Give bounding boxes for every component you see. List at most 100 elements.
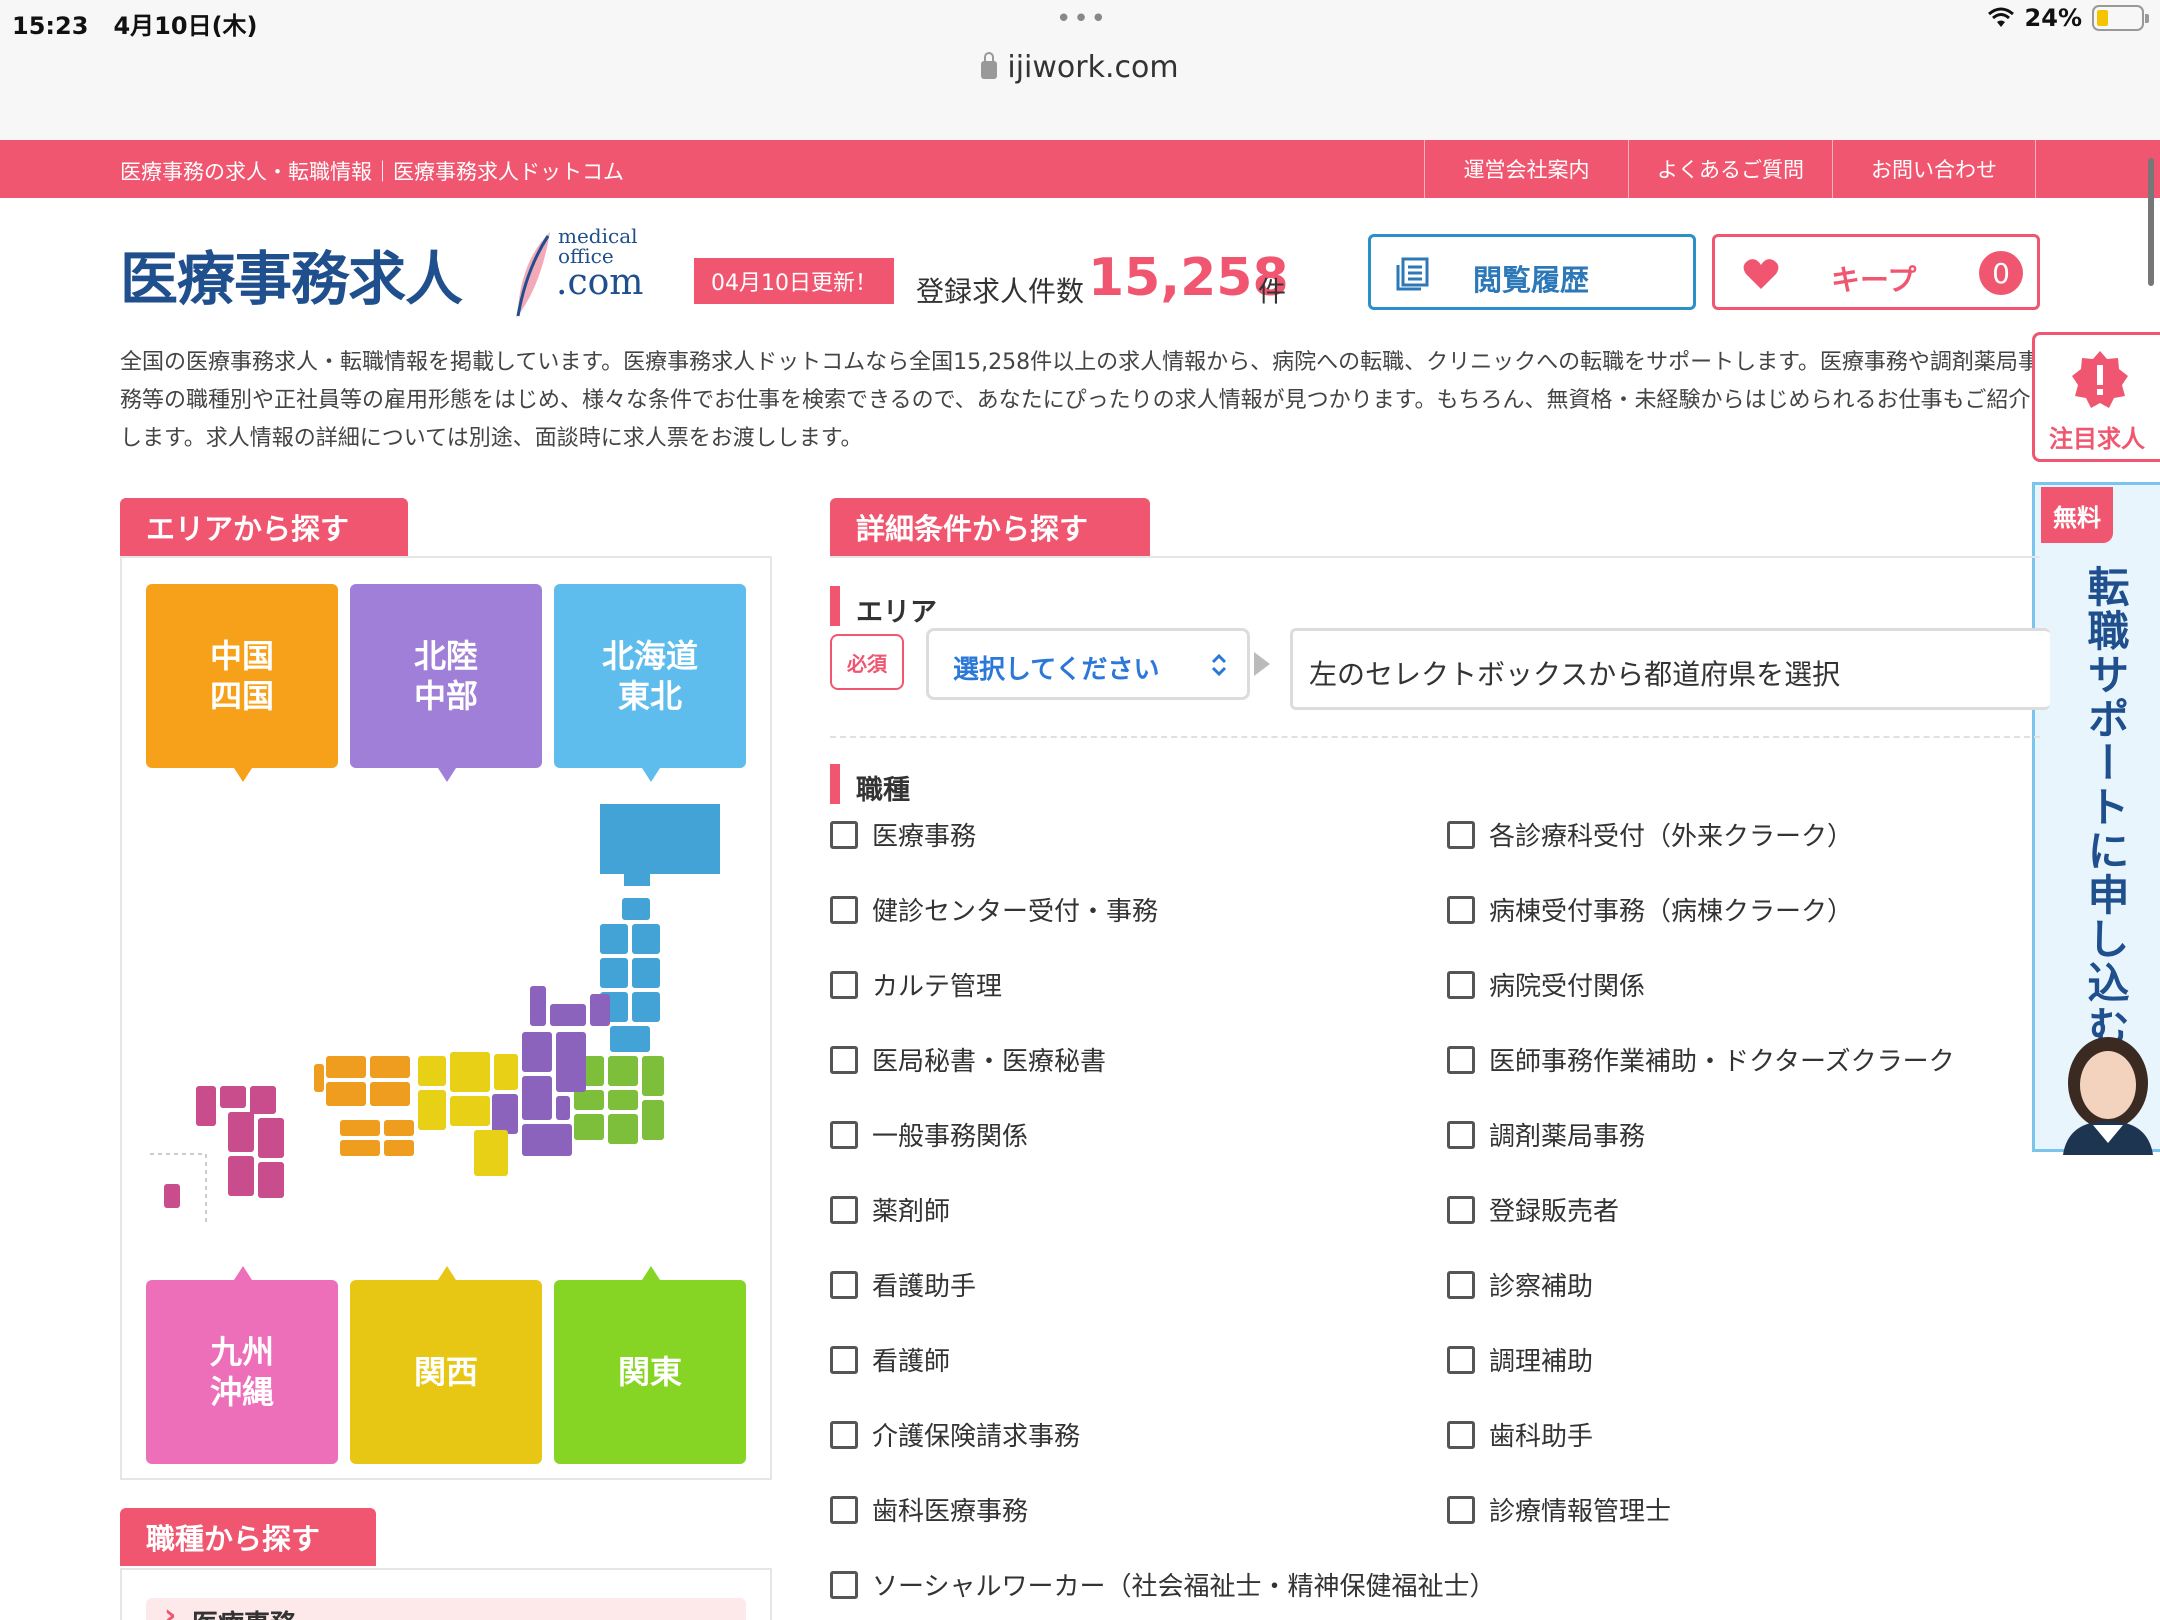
nav-faq[interactable]: よくあるご質問 (1628, 140, 1832, 198)
arrow-right-icon (1254, 652, 1270, 676)
checkbox-icon[interactable] (1447, 1270, 1475, 1299)
history-icon (1396, 257, 1429, 291)
free-badge: 無料 (2041, 487, 2113, 543)
job-count-unit: 件 (1258, 275, 1287, 308)
job-section-title: 職種から探す (120, 1508, 376, 1566)
job-checkbox[interactable]: 調理補助 (1447, 1341, 1593, 1378)
checkbox-icon[interactable] (1447, 970, 1475, 999)
job-checkbox[interactable]: 一般事務関係 (830, 1116, 1028, 1153)
job-checkbox[interactable]: 登録販売者 (1447, 1191, 1619, 1228)
job-checkbox[interactable]: ソーシャルワーカー（社会福祉士・精神保健福祉士） (830, 1566, 1495, 1603)
site-tagline: 医療事務の求人・転職情報｜医療事務求人ドットコム (120, 160, 624, 184)
battery-percent: 24% (2024, 4, 2082, 32)
featured-jobs-label: 注目求人 (2049, 425, 2145, 453)
checkbox-icon[interactable] (830, 1495, 858, 1524)
area-panel: 中国 四国 北陸 中部 北海道 東北 九州 沖縄 関西 関東 (120, 556, 772, 1480)
region-kansai[interactable]: 関西 (350, 1266, 542, 1464)
job-checkbox[interactable]: 各診療科受付（外来クラーク） (1447, 816, 1853, 853)
status-indicators: 24% (1987, 4, 2149, 32)
site-top-bar: 医療事務の求人・転職情報｜医療事務求人ドットコム 運営会社案内 よくあるご質問 … (0, 140, 2160, 198)
checkbox-icon[interactable] (830, 1270, 858, 1299)
prefecture-box[interactable]: 左のセレクトボックスから都道府県を選択 (1290, 628, 2050, 710)
keep-button[interactable]: キープ 0 (1712, 234, 2040, 310)
address-bar[interactable]: ijiwork.com (0, 50, 2160, 85)
checkbox-icon[interactable] (830, 1045, 858, 1074)
job-checkbox[interactable]: 医局秘書・医療秘書 (830, 1041, 1106, 1078)
battery-icon (2092, 5, 2149, 31)
japan-map[interactable] (146, 794, 746, 1234)
job-checkbox[interactable]: 医療事務 (830, 816, 976, 853)
job-checkbox[interactable]: 薬剤師 (830, 1191, 950, 1228)
job-checkbox[interactable]: カルテ管理 (830, 966, 1002, 1003)
checkbox-icon[interactable] (1447, 895, 1475, 924)
scrollbar[interactable] (2148, 158, 2154, 286)
job-checkbox[interactable]: 病院受付関係 (1447, 966, 1645, 1003)
checkbox-icon[interactable] (1447, 1345, 1475, 1374)
chevron-updown-icon (1211, 653, 1227, 677)
region-hokuriku-chubu[interactable]: 北陸 中部 (350, 584, 542, 782)
career-support-banner[interactable]: 無料 転職サポートに申し込む (2032, 482, 2160, 1155)
checkbox-icon[interactable] (830, 1120, 858, 1149)
area-select[interactable]: 選択してください (926, 628, 1250, 700)
job-checkbox[interactable]: 介護保険請求事務 (830, 1416, 1080, 1453)
intro-text: 全国の医療事務求人・転職情報を掲載しています。医療事務求人ドットコムなら全国15… (120, 350, 2040, 451)
divider (830, 736, 2040, 738)
more-dots-icon[interactable]: ••• (1056, 4, 1108, 34)
job-checkbox[interactable]: 歯科助手 (1447, 1416, 1593, 1453)
history-label: 閲覧履歴 (1473, 263, 1590, 297)
checkbox-icon[interactable] (1447, 1120, 1475, 1149)
site-logo[interactable]: 医療事務求人 medical office .com (120, 222, 650, 322)
checkbox-icon[interactable] (830, 820, 858, 849)
featured-jobs-tab[interactable]: 注目求人 (2032, 332, 2160, 462)
area-section-title: エリアから探す (120, 498, 408, 556)
checkbox-icon[interactable] (830, 1345, 858, 1374)
region-kanto[interactable]: 関東 (554, 1266, 746, 1464)
detail-section-title: 詳細条件から探す (830, 498, 1150, 556)
checkbox-icon[interactable] (830, 970, 858, 999)
job-checkbox[interactable]: 診療情報管理士 (1447, 1491, 1671, 1528)
browser-status-bar: 15:23 4月10日(木) ••• 24% ijiwork.com (0, 0, 2160, 140)
checkbox-icon[interactable] (830, 1570, 858, 1599)
logo-com: .com (556, 262, 644, 303)
status-time: 15:23 4月10日(木) (12, 12, 258, 40)
job-checkbox[interactable]: 歯科医療事務 (830, 1491, 1028, 1528)
job-count-label: 登録求人件数 (916, 275, 1085, 308)
advisor-photo (2063, 1037, 2153, 1155)
checkbox-icon[interactable] (1447, 820, 1475, 849)
nav-company[interactable]: 運営会社案内 (1424, 140, 1628, 198)
checkbox-icon[interactable] (830, 895, 858, 924)
job-checkbox[interactable]: 看護師 (830, 1341, 950, 1378)
area-select-value: 選択してください (953, 655, 1160, 685)
job-checkbox[interactable]: 看護助手 (830, 1266, 976, 1303)
job-checkbox[interactable]: 健診センター受付・事務 (830, 891, 1158, 928)
region-kyushu-okinawa[interactable]: 九州 沖縄 (146, 1266, 338, 1464)
checkbox-icon[interactable] (1447, 1420, 1475, 1449)
checkbox-icon[interactable] (830, 1195, 858, 1224)
update-badge: 04月10日更新！ (694, 258, 894, 304)
wifi-icon (1987, 7, 2014, 27)
job-checkbox[interactable]: 病棟受付事務（病棟クラーク） (1447, 891, 1853, 928)
job-checkbox[interactable]: 調剤薬局事務 (1447, 1116, 1645, 1153)
required-badge: 必須 (830, 634, 904, 690)
region-chugoku-shikoku[interactable]: 中国 四国 (146, 584, 338, 782)
url-text: ijiwork.com (1007, 50, 1179, 85)
career-support-text: 転職サポートに申し込む (2081, 565, 2130, 1049)
heart-icon (1743, 259, 1779, 289)
checkbox-icon[interactable] (830, 1420, 858, 1449)
top-nav: 運営会社案内 よくあるご質問 お問い合わせ (1424, 140, 2036, 198)
region-hokkaido-tohoku[interactable]: 北海道 東北 (554, 584, 746, 782)
job-checkbox[interactable]: 診察補助 (1447, 1266, 1593, 1303)
alert-icon (2072, 351, 2128, 408)
quill-icon (516, 232, 550, 318)
job-category-medical-office[interactable]: 医療事務 (146, 1598, 746, 1620)
checkbox-icon[interactable] (1447, 1195, 1475, 1224)
nav-contact[interactable]: お問い合わせ (1832, 140, 2036, 198)
keep-label: キープ (1831, 263, 1917, 297)
keep-count-badge: 0 (1979, 251, 2023, 295)
lock-icon (981, 52, 998, 79)
job-field-label: 職種 (830, 764, 910, 807)
checkbox-icon[interactable] (1447, 1495, 1475, 1524)
history-button[interactable]: 閲覧履歴 (1368, 234, 1696, 310)
checkbox-icon[interactable] (1447, 1045, 1475, 1074)
job-checkbox[interactable]: 医師事務作業補助・ドクターズクラーク (1447, 1041, 1955, 1078)
